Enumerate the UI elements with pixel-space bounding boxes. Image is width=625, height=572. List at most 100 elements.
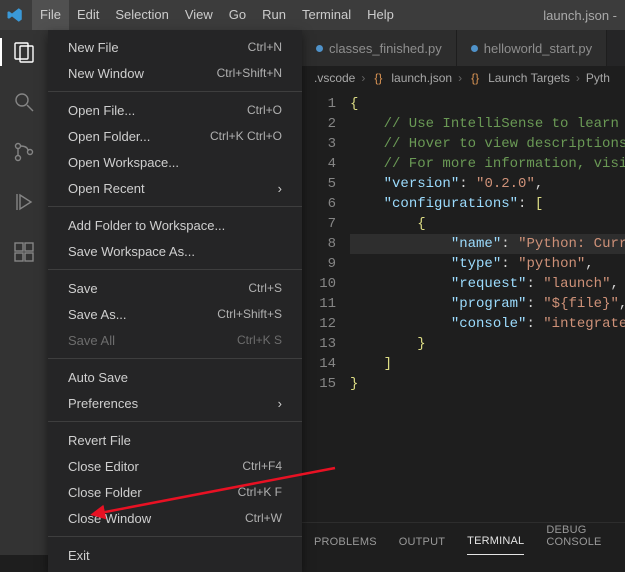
menu-help[interactable]: Help: [359, 0, 402, 30]
panel-tab-output[interactable]: OUTPUT: [399, 536, 445, 555]
menu-item-close-window[interactable]: Close WindowCtrl+W: [48, 505, 302, 531]
menu-item-open-workspace[interactable]: Open Workspace...: [48, 149, 302, 175]
breadcrumbs[interactable]: .vscode›{}launch.json›{}Launch Targets›P…: [302, 66, 625, 90]
code-line[interactable]: {: [350, 94, 625, 114]
code-line[interactable]: "request": "launch",: [350, 274, 625, 294]
menu-separator: [48, 206, 302, 207]
line-number: 6: [302, 194, 336, 214]
menu-item-revert-file[interactable]: Revert File: [48, 427, 302, 453]
extensions-icon[interactable]: [10, 238, 38, 266]
code-line[interactable]: "name": "Python: Curr: [350, 234, 625, 254]
line-number: 14: [302, 354, 336, 374]
panel-tab-terminal[interactable]: TERMINAL: [467, 535, 524, 555]
menu-item-save[interactable]: SaveCtrl+S: [48, 275, 302, 301]
editor-tab[interactable]: helloworld_start.py: [457, 30, 607, 66]
menu-item-label: Save All: [68, 333, 237, 348]
menu-item-exit[interactable]: Exit: [48, 542, 302, 568]
menu-item-label: Save Workspace As...: [68, 244, 282, 259]
menu-item-save-workspace-as[interactable]: Save Workspace As...: [48, 238, 302, 264]
panel-tabs: PROBLEMS OUTPUT TERMINAL DEBUG CONSOLE: [302, 522, 625, 555]
code-line[interactable]: "configurations": [: [350, 194, 625, 214]
activity-bar: [0, 30, 48, 555]
breadcrumb-segment[interactable]: Pyth: [586, 71, 610, 85]
editor-tabs: classes_finished.py helloworld_start.py: [302, 30, 625, 66]
search-icon[interactable]: [10, 88, 38, 116]
menu-item-label: New File: [68, 40, 248, 55]
breadcrumb-segment[interactable]: .vscode: [314, 71, 355, 85]
menu-separator: [48, 536, 302, 537]
menu-item-preferences[interactable]: Preferences›: [48, 390, 302, 416]
menu-terminal[interactable]: Terminal: [294, 0, 359, 30]
debug-icon[interactable]: [10, 188, 38, 216]
code-line[interactable]: "version": "0.2.0",: [350, 174, 625, 194]
code-line[interactable]: // Use IntelliSense to learn: [350, 114, 625, 134]
menu-item-open-folder[interactable]: Open Folder...Ctrl+K Ctrl+O: [48, 123, 302, 149]
editor-tab[interactable]: classes_finished.py: [302, 30, 457, 66]
breadcrumb-segment[interactable]: launch.json: [391, 71, 452, 85]
menu-item-shortcut: Ctrl+Shift+N: [217, 66, 282, 80]
menu-view[interactable]: View: [177, 0, 221, 30]
chevron-right-icon: ›: [278, 181, 282, 196]
panel-tab-problems[interactable]: PROBLEMS: [314, 536, 377, 555]
menu-item-save-as[interactable]: Save As...Ctrl+Shift+S: [48, 301, 302, 327]
code-line[interactable]: }: [350, 334, 625, 354]
line-number: 11: [302, 294, 336, 314]
menu-separator: [48, 358, 302, 359]
menu-item-shortcut: Ctrl+S: [248, 281, 282, 295]
menu-item-open-file[interactable]: Open File...Ctrl+O: [48, 97, 302, 123]
breadcrumb-sep: ›: [458, 71, 462, 85]
code-line[interactable]: "type": "python",: [350, 254, 625, 274]
line-gutter: 123456789101112131415: [302, 90, 350, 555]
menu-item-new-file[interactable]: New FileCtrl+N: [48, 34, 302, 60]
code-line[interactable]: ]: [350, 354, 625, 374]
menu-item-label: Add Folder to Workspace...: [68, 218, 282, 233]
menu-separator: [48, 421, 302, 422]
menu-item-shortcut: Ctrl+Shift+S: [217, 307, 282, 321]
menu-item-shortcut: Ctrl+F4: [242, 459, 282, 473]
menu-file[interactable]: File: [32, 0, 69, 30]
line-number: 5: [302, 174, 336, 194]
breadcrumb-segment[interactable]: Launch Targets: [488, 71, 570, 85]
menu-item-label: New Window: [68, 66, 217, 81]
menu-item-auto-save[interactable]: Auto Save: [48, 364, 302, 390]
menu-item-shortcut: Ctrl+O: [247, 103, 282, 117]
code-line[interactable]: // For more information, visi: [350, 154, 625, 174]
code-line[interactable]: {: [350, 214, 625, 234]
menu-item-new-window[interactable]: New WindowCtrl+Shift+N: [48, 60, 302, 86]
code-line[interactable]: // Hover to view descriptions: [350, 134, 625, 154]
code-line[interactable]: }: [350, 374, 625, 394]
menu-item-label: Close Folder: [68, 485, 238, 500]
menu-edit[interactable]: Edit: [69, 0, 107, 30]
line-number: 15: [302, 374, 336, 394]
python-icon: [471, 45, 478, 52]
code-content[interactable]: { // Use IntelliSense to learn // Hover …: [350, 90, 625, 555]
menu-item-label: Save As...: [68, 307, 217, 322]
menu-item-add-folder-to-workspace[interactable]: Add Folder to Workspace...: [48, 212, 302, 238]
menu-separator: [48, 91, 302, 92]
tab-label: helloworld_start.py: [484, 41, 592, 56]
menu-item-close-editor[interactable]: Close EditorCtrl+F4: [48, 453, 302, 479]
scm-icon[interactable]: [10, 138, 38, 166]
menu-item-label: Save: [68, 281, 248, 296]
explorer-icon[interactable]: [10, 38, 38, 66]
breadcrumb-sep: ›: [576, 71, 580, 85]
menu-item-label: Auto Save: [68, 370, 282, 385]
menu-item-save-all: Save AllCtrl+K S: [48, 327, 302, 353]
panel-tab-debug-console[interactable]: DEBUG CONSOLE: [546, 524, 613, 555]
menu-item-label: Preferences: [68, 396, 278, 411]
menu-run[interactable]: Run: [254, 0, 294, 30]
chevron-right-icon: ›: [278, 396, 282, 411]
menu-selection[interactable]: Selection: [107, 0, 176, 30]
file-menu-dropdown: New FileCtrl+NNew WindowCtrl+Shift+NOpen…: [48, 30, 302, 572]
menu-go[interactable]: Go: [221, 0, 254, 30]
code-line[interactable]: "console": "integrate: [350, 314, 625, 334]
python-icon: [316, 45, 323, 52]
menu-separator: [48, 269, 302, 270]
code-line[interactable]: "program": "${file}",: [350, 294, 625, 314]
menu-item-close-folder[interactable]: Close FolderCtrl+K F: [48, 479, 302, 505]
menu-item-open-recent[interactable]: Open Recent›: [48, 175, 302, 201]
menu-item-label: Close Window: [68, 511, 245, 526]
line-number: 2: [302, 114, 336, 134]
line-number: 8: [302, 234, 336, 254]
menubar: FileEditSelectionViewGoRunTerminalHelp: [32, 0, 543, 30]
